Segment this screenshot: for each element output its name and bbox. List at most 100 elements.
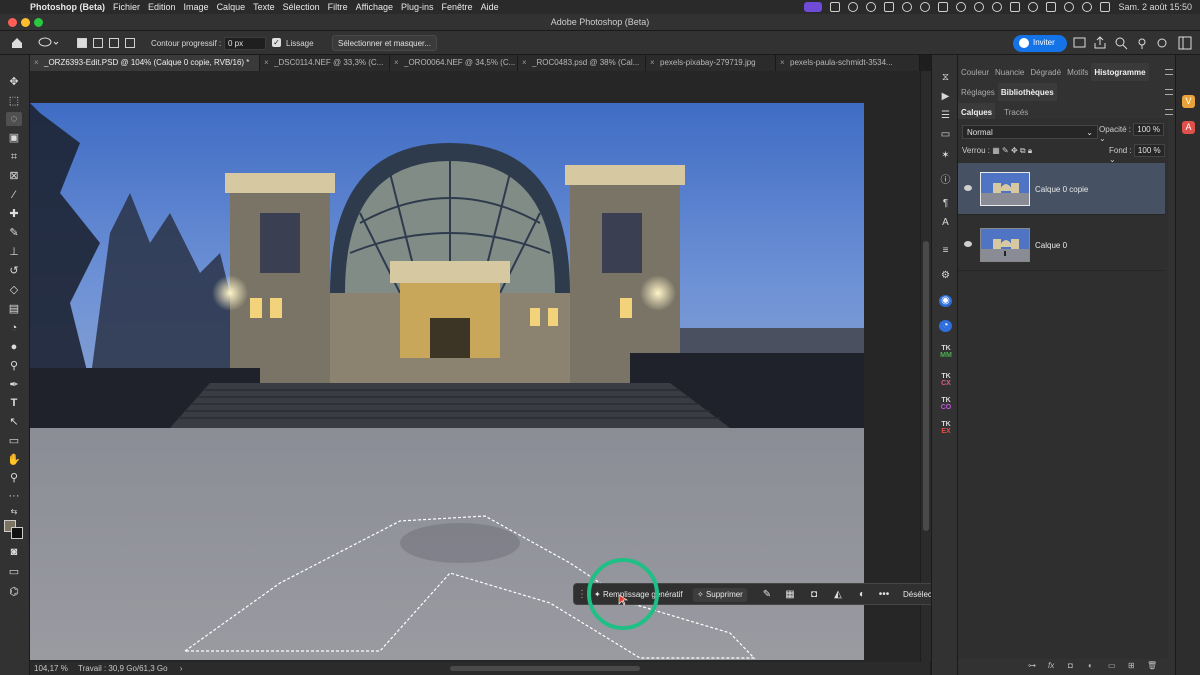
menu-aide[interactable]: Aide — [481, 2, 507, 12]
discover-icon[interactable] — [1135, 36, 1149, 50]
search-icon[interactable] — [1082, 2, 1093, 12]
tk-co-plugin-icon[interactable]: TK CO — [937, 397, 955, 411]
actions-icon[interactable]: ▶ — [939, 91, 952, 103]
pen-tool-icon[interactable]: ✒ — [6, 378, 22, 392]
tab-orz6393[interactable]: × _ORZ6393-Edit.PSD @ 104% (Calque 0 copi… — [30, 55, 260, 71]
brush-settings-icon[interactable]: ✶ — [939, 150, 952, 162]
menu-app-name[interactable]: Photoshop (Beta) — [30, 2, 113, 12]
navigation-icon[interactable] — [902, 2, 913, 12]
brush-tool-icon[interactable]: ✎ — [6, 226, 22, 240]
close-tab-icon[interactable]: × — [34, 58, 39, 67]
menu-filtre[interactable]: Filtre — [328, 2, 356, 12]
menu-calque[interactable]: Calque — [217, 2, 254, 12]
clock-icon[interactable] — [1028, 2, 1039, 12]
move-tool-icon[interactable]: ✥ — [6, 75, 22, 89]
panel-menu-icon[interactable] — [1165, 69, 1173, 75]
mask-icon[interactable]: ◘ — [808, 589, 820, 601]
search-icon[interactable] — [1114, 36, 1128, 50]
menu-affichage[interactable]: Affichage — [356, 2, 401, 12]
disk-icon[interactable] — [848, 2, 859, 12]
screen-mode-icon[interactable]: ▭ — [6, 565, 22, 579]
scroll-thumb[interactable] — [923, 241, 929, 531]
menu-selection[interactable]: Sélection — [283, 2, 328, 12]
tab-pexels-paula-schmidt[interactable]: × pexels-paula-schmidt-3534... — [776, 55, 920, 71]
lock-transparency-icon[interactable]: ▦ — [992, 146, 1000, 155]
menu-fenetre[interactable]: Fenêtre — [442, 2, 481, 12]
delete-button[interactable]: ✧ Supprimer — [693, 588, 747, 602]
plugin-icon-2[interactable]: ◔ — [939, 320, 952, 332]
paragraph-icon[interactable]: ¶ — [939, 198, 952, 210]
tab-dsc0114[interactable]: × _DSC0114.NEF @ 33,3% (C... — [260, 55, 390, 71]
menu-edition[interactable]: Edition — [148, 2, 184, 12]
menu-plugins[interactable]: Plug-ins — [401, 2, 442, 12]
stage-manager-icon[interactable] — [804, 2, 823, 12]
document-canvas[interactable] — [30, 103, 864, 660]
status-menu-arrow[interactable]: › — [180, 664, 183, 673]
more-tools-icon[interactable]: ··· — [6, 489, 22, 503]
add-selection-icon[interactable] — [93, 38, 103, 48]
zoom-tool-icon[interactable]: ⚲ — [6, 471, 22, 485]
panel-menu-icon[interactable] — [1165, 109, 1173, 115]
adjustments-icon[interactable]: ⚙ — [939, 270, 952, 282]
eyedropper-tool-icon[interactable]: ⁄ — [6, 188, 22, 202]
type-tool-icon[interactable]: T — [6, 396, 22, 410]
lasso-tool-preset-icon[interactable] — [38, 37, 60, 49]
close-tab-icon[interactable]: × — [264, 58, 269, 67]
tab-degrade[interactable]: Dégradé — [1027, 63, 1064, 81]
layer-name[interactable]: Calque 0 copie — [1035, 185, 1088, 194]
generative-icon[interactable]: ⌬ — [6, 585, 22, 599]
info-icon[interactable]: ⓘ — [939, 175, 952, 187]
fill-value[interactable]: 100 % — [1133, 144, 1165, 157]
subtract-selection-icon[interactable] — [109, 38, 119, 48]
blur-tool-icon[interactable]: ◔ — [6, 321, 22, 335]
object-selection-tool-icon[interactable]: ▣ — [6, 131, 22, 145]
record-icon[interactable] — [974, 2, 985, 12]
tab-oro0064[interactable]: × _ORO0064.NEF @ 34,5% (C... — [390, 55, 518, 71]
share-icon[interactable] — [1093, 36, 1107, 50]
tk-ex-plugin-icon[interactable]: TK EX — [937, 421, 955, 435]
creative-cloud-icon[interactable] — [920, 2, 931, 12]
menu-texte[interactable]: Texte — [253, 2, 283, 12]
delete-layer-icon[interactable]: 🗑︎ — [1147, 661, 1157, 670]
path-selection-tool-icon[interactable]: ↖ — [6, 415, 22, 429]
lock-pixels-icon[interactable]: ✎ — [1002, 146, 1009, 155]
crop-tool-icon[interactable]: ⌗ — [6, 150, 22, 164]
select-and-mask-button[interactable]: Sélectionner et masquer... — [332, 35, 437, 51]
visibility-eye-icon[interactable] — [964, 185, 972, 191]
close-tab-icon[interactable]: × — [394, 58, 399, 67]
wifi-icon[interactable] — [1064, 2, 1075, 12]
more-options-icon[interactable]: ••• — [878, 589, 890, 601]
visibility-eye-icon[interactable] — [964, 241, 972, 247]
plugin-icon[interactable]: ◉ — [939, 295, 952, 307]
tk-cx-plugin-icon[interactable]: TK CX — [937, 373, 955, 387]
channels-icon[interactable]: ≡ — [939, 245, 952, 257]
battery-icon[interactable] — [1046, 2, 1057, 12]
brush-refine-icon[interactable]: ✎ — [761, 589, 773, 601]
intersect-selection-icon[interactable] — [125, 38, 135, 48]
close-tab-icon[interactable]: × — [522, 58, 527, 67]
properties-icon[interactable]: ☰ — [939, 110, 952, 122]
control-center-icon[interactable] — [1100, 2, 1111, 12]
gradient-tool-icon[interactable]: ▤ — [6, 302, 22, 316]
home-icon[interactable] — [10, 36, 24, 50]
fill-control[interactable]: Fond : 100 % ⌄ — [1109, 144, 1168, 164]
zoom-glass-icon[interactable]: ⚲ — [6, 359, 22, 373]
account-icon[interactable] — [956, 2, 967, 12]
frame-tool-icon[interactable]: ⊠ — [6, 169, 22, 183]
add-mask-icon[interactable]: ◘ — [1068, 661, 1073, 670]
vertical-scrollbar[interactable] — [921, 71, 931, 662]
new-selection-icon[interactable] — [77, 38, 87, 48]
healing-brush-tool-icon[interactable]: ✚ — [6, 207, 22, 221]
camera-icon[interactable] — [830, 2, 841, 12]
layer-thumbnail[interactable] — [980, 172, 1030, 206]
new-layer-icon[interactable]: ⊞ — [1128, 661, 1135, 670]
layer-row[interactable]: Calque 0 copie — [958, 163, 1165, 215]
extension-v-icon[interactable]: V — [1182, 95, 1195, 108]
hand-tool-icon[interactable]: ✋ — [6, 453, 22, 467]
horizontal-scrollbar[interactable] — [450, 666, 640, 671]
opacity-control[interactable]: Opacité : 100 % ⌄ — [1099, 123, 1168, 143]
blend-mode-select[interactable]: Normal ⌄ — [962, 125, 1098, 139]
premiere-icon[interactable] — [938, 2, 949, 12]
feather-input[interactable]: 0 px — [224, 37, 266, 50]
close-tab-icon[interactable]: × — [650, 58, 655, 67]
